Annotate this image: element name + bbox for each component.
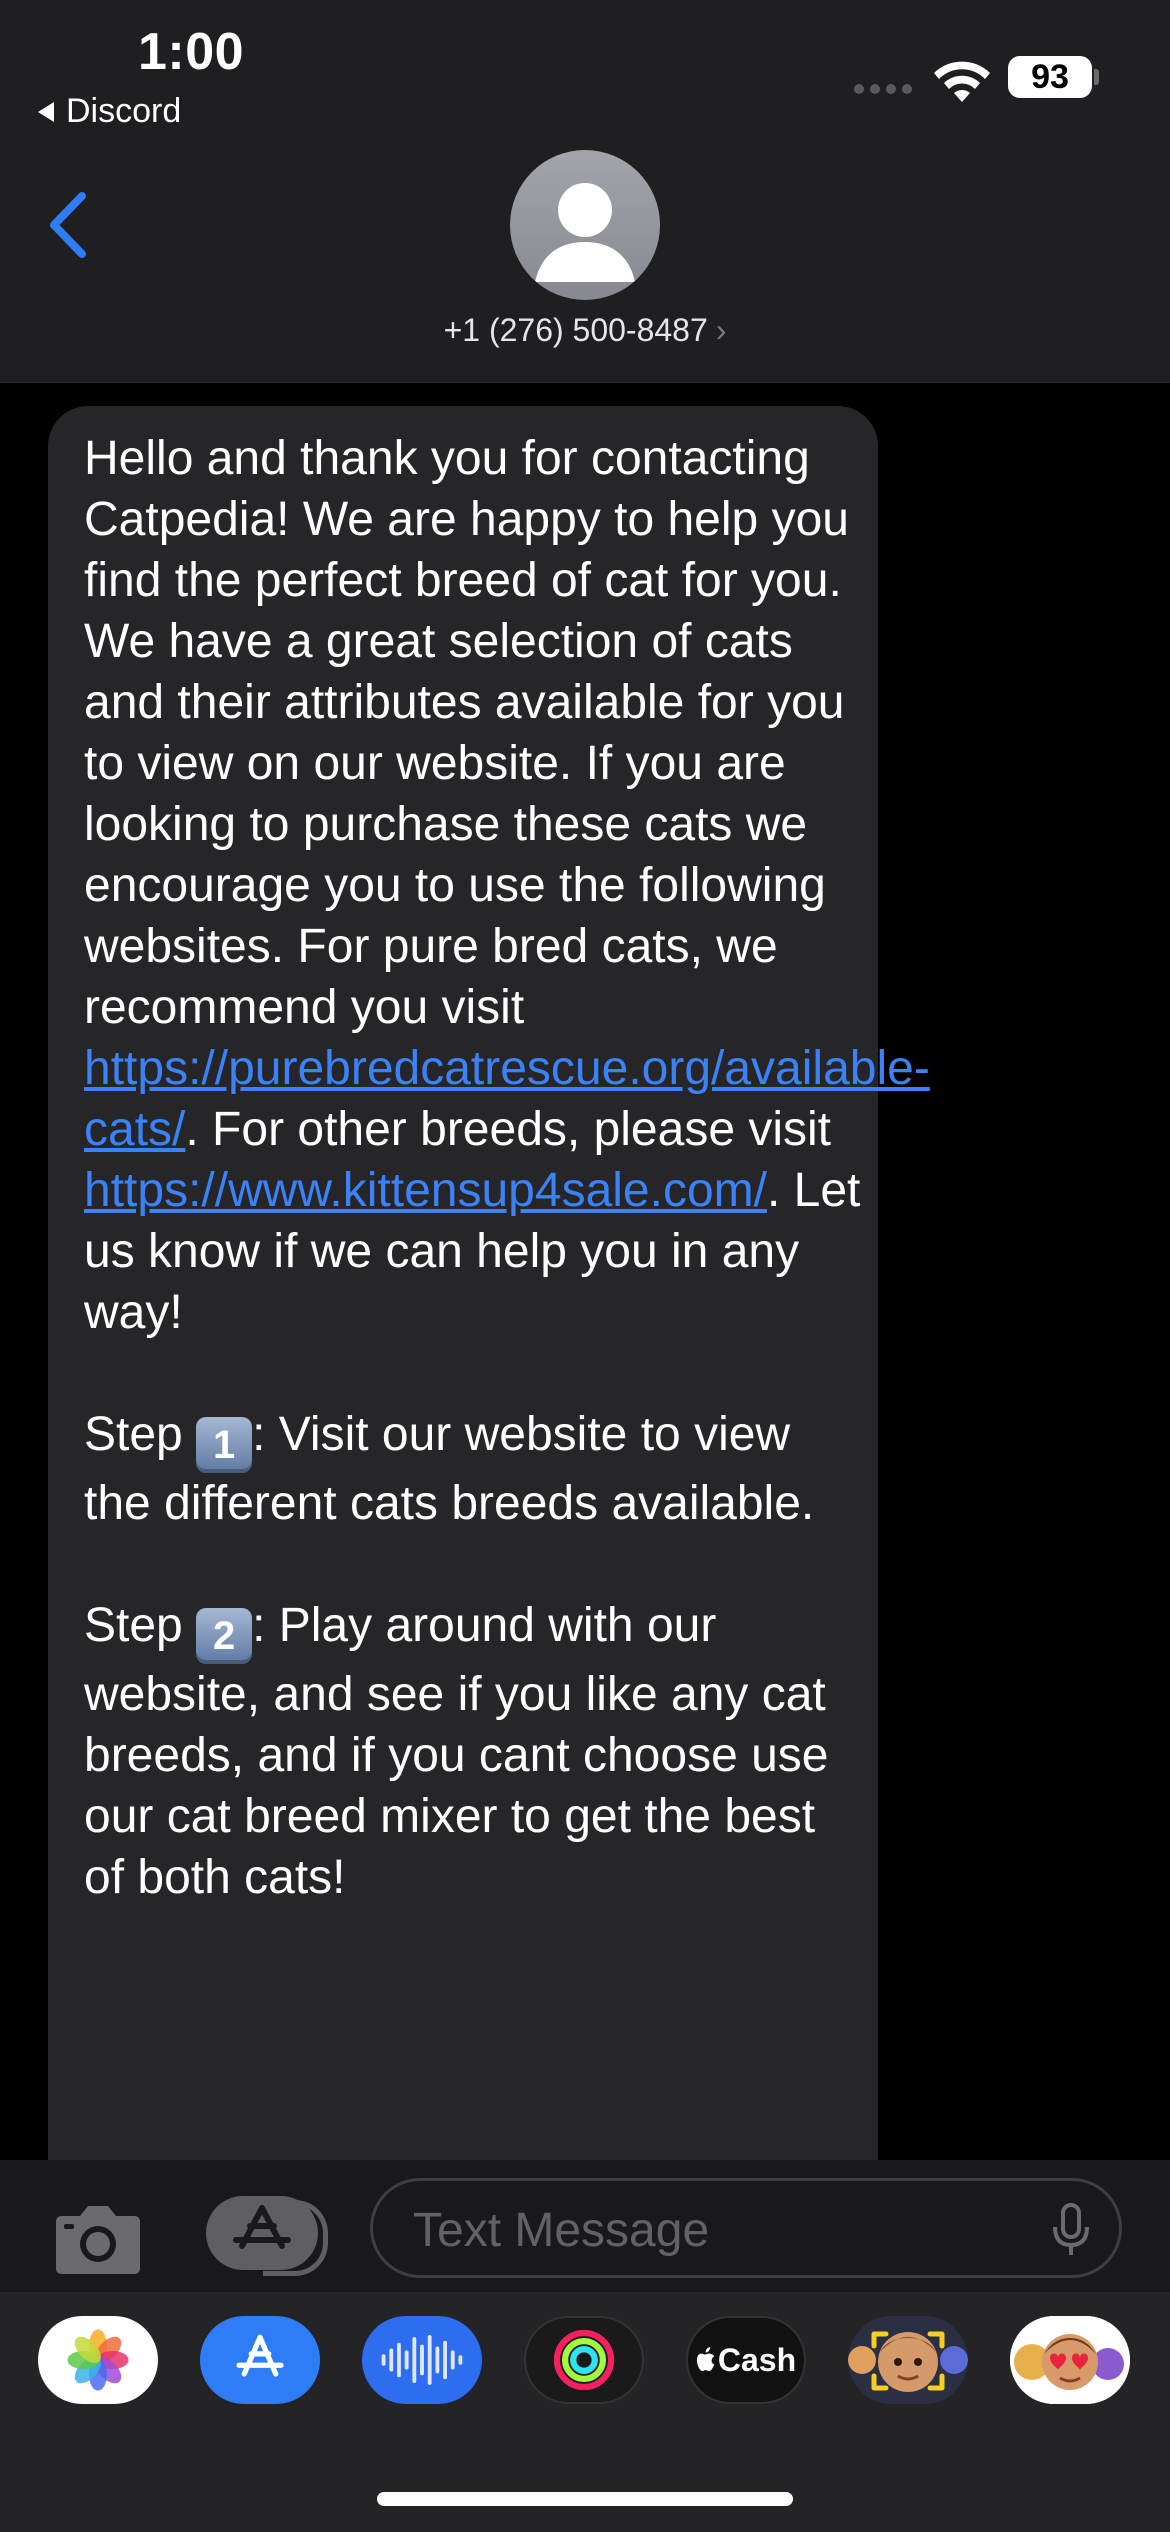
contact-name[interactable]: +1 (276) 500-8487 › <box>0 312 1170 349</box>
audio-message-icon[interactable] <box>362 2316 482 2404</box>
memoji-icon[interactable] <box>848 2316 968 2404</box>
message-text-segment: Hello and thank you for contacting Catpe… <box>84 432 863 1034</box>
app-store-icon[interactable] <box>200 2316 320 2404</box>
back-triangle-icon <box>38 101 54 122</box>
message-text: Hello and thank you for contacting Catpe… <box>84 428 930 1908</box>
app-store-a-icon <box>236 2334 284 2377</box>
microphone-icon[interactable] <box>1049 2203 1093 2259</box>
photos-flower-icon <box>67 2329 129 2391</box>
cellular-signal-icon <box>854 84 912 94</box>
back-chevron-icon[interactable] <box>44 190 94 260</box>
compose-bar <box>0 2160 1170 2292</box>
message-link[interactable]: https://www.kittensup4sale.com/ <box>84 1164 767 1217</box>
conversation-header: 1:00 Discord 93 +1 (276) 500-8487 › <box>0 0 1170 383</box>
contact-number: +1 (276) 500-8487 <box>443 312 708 348</box>
contact-avatar[interactable] <box>510 150 660 300</box>
back-to-app-link[interactable]: Discord <box>38 92 181 131</box>
keycap-2-icon: 2 <box>196 1608 253 1664</box>
message-input-field[interactable] <box>370 2178 1122 2278</box>
apps-button-ring <box>263 2200 328 2276</box>
message-input[interactable] <box>411 2197 1015 2263</box>
battery-icon: 93 <box>1008 56 1092 98</box>
apple-logo-icon <box>696 2347 715 2371</box>
battery-nub <box>1094 69 1099 85</box>
chevron-right-icon: › <box>715 312 727 348</box>
person-silhouette-icon <box>535 183 635 282</box>
camera-icon[interactable] <box>50 2204 146 2276</box>
waveform-icon <box>381 2335 463 2385</box>
cash-label: Cash <box>717 2341 797 2378</box>
memoji-face-icon <box>848 2316 968 2404</box>
apps-button[interactable] <box>206 2196 328 2276</box>
activity-rings-icon <box>553 2329 615 2391</box>
imessage-app-drawer: Cash <box>0 2292 1170 2532</box>
memoji-stickers-icon[interactable] <box>1010 2316 1130 2404</box>
home-indicator[interactable] <box>377 2492 793 2506</box>
status-time: 1:00 <box>138 23 245 81</box>
memoji-stickers-face-icon <box>1010 2316 1130 2404</box>
message-text-segment: . For other breeds, please visit <box>185 1103 845 1156</box>
apple-cash-icon[interactable]: Cash <box>686 2316 806 2404</box>
wifi-icon <box>934 61 990 102</box>
fitness-icon[interactable] <box>524 2316 644 2404</box>
photos-icon[interactable] <box>38 2316 158 2404</box>
keycap-1-icon: 1 <box>196 1417 253 1473</box>
back-app-label: Discord <box>66 92 182 130</box>
